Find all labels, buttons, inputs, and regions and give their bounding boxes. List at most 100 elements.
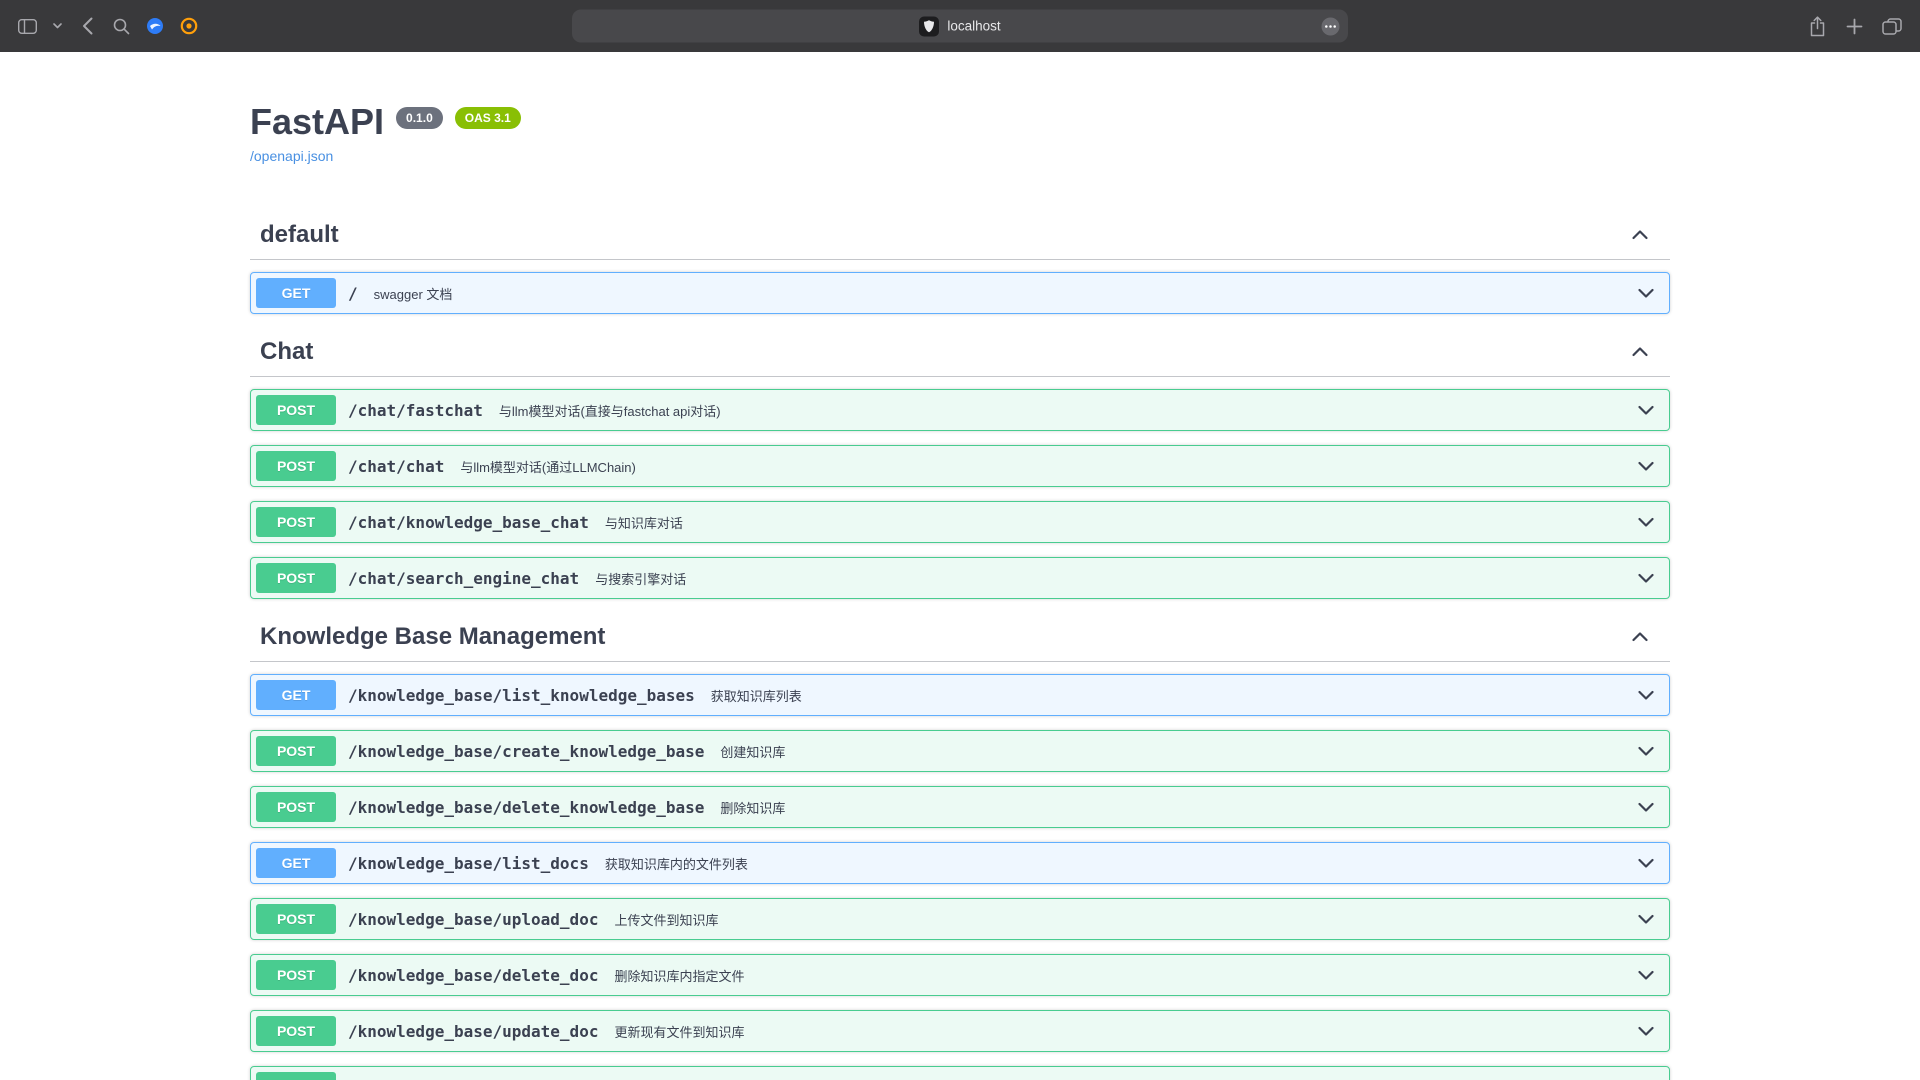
address-bar[interactable]: localhost xyxy=(572,10,1348,43)
endpoint-row[interactable]: POST /knowledge_base/upload_doc 上传文件到知识库 xyxy=(250,898,1670,940)
page-title: FastAPI xyxy=(250,102,384,142)
url-text: localhost xyxy=(947,19,1000,34)
method-badge: POST xyxy=(256,451,336,481)
endpoint-description: 与搜索引擎对话 xyxy=(591,569,1624,588)
privacy-shield-icon xyxy=(919,16,939,36)
endpoint-row[interactable]: GET / swagger 文档 xyxy=(250,272,1670,314)
method-badge: POST xyxy=(256,395,336,425)
extension-blue-icon xyxy=(146,17,164,35)
endpoint-description: swagger 文档 xyxy=(370,284,1624,303)
endpoint-path: /knowledge_base/upload_doc xyxy=(336,910,610,929)
endpoint-row[interactable]: POST /knowledge_base/delete_knowledge_ba… xyxy=(250,786,1670,828)
extension-blue-button[interactable] xyxy=(144,11,166,41)
sidebar-icon xyxy=(18,19,37,34)
endpoint-description: 删除知识库内指定文件 xyxy=(610,966,1624,985)
openapi-spec-link[interactable]: /openapi.json xyxy=(250,148,333,164)
method-badge: POST xyxy=(256,960,336,990)
endpoint-path: /knowledge_base/update_doc xyxy=(336,1022,610,1041)
endpoint-path: / xyxy=(336,284,370,303)
endpoint-path: /chat/chat xyxy=(336,457,456,476)
method-badge: GET xyxy=(256,848,336,878)
chevron-down-icon[interactable] xyxy=(1624,456,1664,476)
chevron-down-icon[interactable] xyxy=(1624,909,1664,929)
endpoint-row[interactable]: POST /chat/fastchat 与llm模型对话(直接与fastchat… xyxy=(250,389,1670,431)
chevron-down-icon[interactable] xyxy=(1624,965,1664,985)
chevron-up-icon[interactable] xyxy=(1630,225,1650,245)
method-badge: POST xyxy=(256,507,336,537)
endpoint-description: 获取知识库内的文件列表 xyxy=(601,854,1624,873)
method-badge: GET xyxy=(256,278,336,308)
section-header[interactable]: Chat xyxy=(250,328,1670,377)
endpoint-row[interactable]: POST /knowledge_base/update_doc 更新现有文件到知… xyxy=(250,1010,1670,1052)
chevron-down-icon[interactable] xyxy=(1624,1021,1664,1041)
endpoint-row[interactable]: POST /chat/search_engine_chat 与搜索引擎对话 xyxy=(250,557,1670,599)
chevron-down-icon[interactable] xyxy=(1624,568,1664,588)
section-title: Chat xyxy=(260,338,313,366)
endpoint-path: /chat/search_engine_chat xyxy=(336,569,591,588)
share-button[interactable] xyxy=(1806,11,1828,41)
section-title: Knowledge Base Management xyxy=(260,623,605,651)
back-button[interactable] xyxy=(76,11,98,41)
sidebar-toggle-button[interactable] xyxy=(16,11,39,41)
search-icon xyxy=(113,18,130,35)
chevron-down-icon[interactable] xyxy=(1624,741,1664,761)
endpoint-row[interactable]: POST /chat/chat 与llm模型对话(通过LLMChain) xyxy=(250,445,1670,487)
endpoint-description: 更新现有文件到知识库 xyxy=(610,1022,1624,1041)
method-badge: POST xyxy=(256,904,336,934)
section-body: GET / swagger 文档 xyxy=(250,272,1670,314)
endpoint-path: /knowledge_base/list_knowledge_bases xyxy=(336,686,707,705)
title-row: FastAPI 0.1.0 OAS 3.1 xyxy=(250,102,1670,142)
endpoint-row[interactable]: POST /knowledge_base/recreate_vector_sto… xyxy=(250,1066,1670,1080)
swagger-wrap: FastAPI 0.1.0 OAS 3.1 /openapi.json defa… xyxy=(230,102,1690,1080)
api-section: Knowledge Base Management GET /knowledge… xyxy=(250,613,1670,1080)
chevron-up-icon[interactable] xyxy=(1630,627,1650,647)
tab-overview-button[interactable] xyxy=(1880,11,1904,41)
section-header[interactable]: Knowledge Base Management xyxy=(250,613,1670,662)
method-badge: GET xyxy=(256,680,336,710)
endpoint-description: 与llm模型对话(通过LLMChain) xyxy=(456,457,1624,476)
endpoint-row[interactable]: POST /knowledge_base/delete_doc 删除知识库内指定… xyxy=(250,954,1670,996)
extension-orange-icon xyxy=(180,17,198,35)
chevron-down-icon[interactable] xyxy=(1624,853,1664,873)
chevron-down-icon[interactable] xyxy=(1624,400,1664,420)
method-badge: POST xyxy=(256,563,336,593)
endpoint-path: /knowledge_base/list_docs xyxy=(336,854,601,873)
back-chevron-icon xyxy=(82,17,93,35)
chevron-down-icon[interactable] xyxy=(1624,685,1664,705)
endpoint-description: 获取知识库列表 xyxy=(707,686,1624,705)
more-ellipsis-icon xyxy=(1321,17,1340,36)
chevron-down-icon xyxy=(53,23,62,29)
section-title: default xyxy=(260,221,339,249)
endpoint-path: /knowledge_base/delete_knowledge_base xyxy=(336,798,716,817)
api-section: default GET / swagger 文档 xyxy=(250,211,1670,314)
endpoint-row[interactable]: GET /knowledge_base/list_knowledge_bases… xyxy=(250,674,1670,716)
version-badge: 0.1.0 xyxy=(396,107,443,129)
method-badge: POST xyxy=(256,736,336,766)
chevron-down-icon[interactable] xyxy=(1624,797,1664,817)
extensions-more-button[interactable] xyxy=(1321,17,1340,36)
chevron-up-icon[interactable] xyxy=(1630,342,1650,362)
toolbar-left-group xyxy=(16,11,200,41)
endpoint-description: 与知识库对话 xyxy=(601,513,1624,532)
browser-toolbar: localhost xyxy=(0,0,1920,52)
endpoint-description: 创建知识库 xyxy=(716,742,1624,761)
endpoint-path: /chat/knowledge_base_chat xyxy=(336,513,601,532)
plus-icon xyxy=(1846,18,1863,35)
chevron-down-icon[interactable] xyxy=(1624,283,1664,303)
endpoint-row[interactable]: POST /chat/knowledge_base_chat 与知识库对话 xyxy=(250,501,1670,543)
endpoint-path: /chat/fastchat xyxy=(336,401,495,420)
method-badge: POST xyxy=(256,792,336,822)
sidebar-menu-button[interactable] xyxy=(51,11,64,41)
section-body: GET /knowledge_base/list_knowledge_bases… xyxy=(250,674,1670,1080)
section-body: POST /chat/fastchat 与llm模型对话(直接与fastchat… xyxy=(250,389,1670,599)
new-tab-button[interactable] xyxy=(1843,11,1865,41)
extension-orange-button[interactable] xyxy=(178,11,200,41)
method-badge: POST xyxy=(256,1016,336,1046)
section-header[interactable]: default xyxy=(250,211,1670,260)
endpoint-row[interactable]: POST /knowledge_base/create_knowledge_ba… xyxy=(250,730,1670,772)
api-section: Chat POST /chat/fastchat 与llm模型对话(直接与fas… xyxy=(250,328,1670,599)
chevron-down-icon[interactable] xyxy=(1624,512,1664,532)
api-info: FastAPI 0.1.0 OAS 3.1 /openapi.json xyxy=(250,102,1670,166)
endpoint-row[interactable]: GET /knowledge_base/list_docs 获取知识库内的文件列… xyxy=(250,842,1670,884)
search-button[interactable] xyxy=(110,11,132,41)
